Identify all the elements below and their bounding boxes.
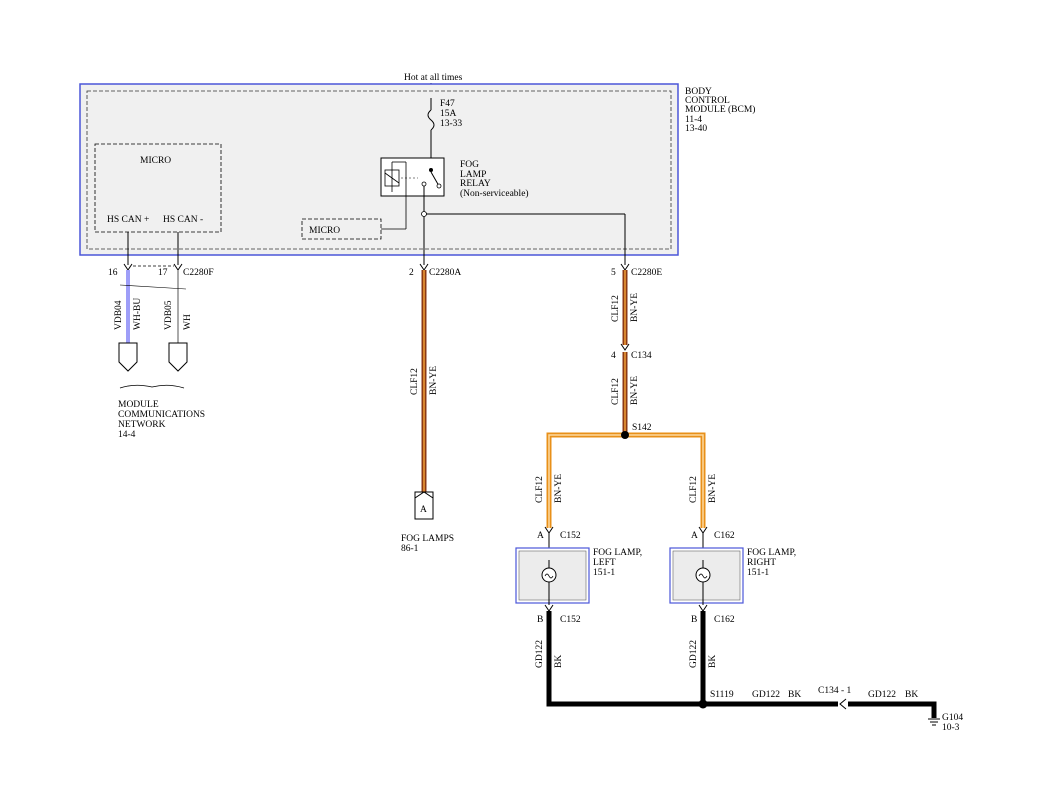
- fog-lamp-left-label: FOG LAMP, LEFT 151-1: [593, 548, 642, 578]
- splice-s1119: [698, 699, 708, 709]
- left-lamp-conn-a: C152: [560, 531, 581, 541]
- ground-wire1-color: BK: [788, 690, 801, 700]
- svg-text:BK: BK: [554, 655, 564, 668]
- svg-text:RELAY: RELAY: [460, 179, 491, 189]
- svg-text:GD122: GD122: [689, 640, 699, 668]
- svg-text:CLF12: CLF12: [611, 378, 621, 405]
- svg-text:FOG LAMP,: FOG LAMP,: [593, 548, 642, 558]
- right-lamp-pin-b: B: [691, 615, 697, 625]
- svg-text:MODULE (BCM): MODULE (BCM): [685, 104, 755, 115]
- svg-text:RIGHT: RIGHT: [747, 558, 776, 568]
- connector-c134-1: C134 - 1: [818, 686, 852, 696]
- svg-text:BN-YE: BN-YE: [630, 293, 640, 322]
- svg-text:GD122: GD122: [535, 640, 545, 668]
- network-connector-left: [118, 342, 138, 372]
- svg-text:FOG LAMPS: FOG LAMPS: [401, 534, 454, 544]
- svg-text:BK: BK: [708, 655, 718, 668]
- svg-text:F47: F47: [440, 99, 455, 109]
- splice-s1119-label: S1119: [710, 690, 734, 700]
- pin-5: 5: [611, 268, 616, 278]
- connector-c134: C134: [631, 351, 652, 361]
- fog-lamps-letter: A: [420, 505, 427, 515]
- pin-2: 2: [409, 268, 414, 278]
- svg-text:COMMUNICATIONS: COMMUNICATIONS: [118, 410, 205, 420]
- svg-text:151-1: 151-1: [593, 568, 615, 578]
- svg-text:G104: G104: [942, 713, 963, 723]
- pin-16: 16: [108, 268, 118, 278]
- svg-text:FOG LAMP,: FOG LAMP,: [747, 548, 796, 558]
- pin-4: 4: [611, 351, 616, 361]
- power-label: Hot at all times: [404, 73, 463, 83]
- fog-lamp-right-bulb-icon: [695, 567, 711, 583]
- svg-text:FOG: FOG: [460, 160, 479, 170]
- connector-arrow-c134-1: [839, 698, 847, 710]
- right-lamp-pin-a: A: [691, 531, 698, 541]
- left-lamp-conn-b: C152: [560, 615, 581, 625]
- splice-s142: [621, 431, 629, 439]
- svg-text:10-3: 10-3: [942, 723, 960, 733]
- svg-text:LEFT: LEFT: [593, 558, 616, 568]
- svg-text:86-1: 86-1: [401, 544, 419, 554]
- svg-text:VDB05: VDB05: [164, 300, 174, 330]
- left-lamp-pin-b: B: [537, 615, 543, 625]
- fog-lamps-label: FOG LAMPS 86-1: [401, 534, 454, 554]
- svg-text:WH: WH: [183, 314, 193, 330]
- svg-text:14-4: 14-4: [118, 430, 136, 440]
- hs-can-minus-label: HS CAN -: [163, 215, 203, 225]
- svg-text:13-40: 13-40: [685, 124, 707, 134]
- svg-text:WH-BU: WH-BU: [133, 298, 143, 330]
- right-lamp-conn-a: C162: [714, 531, 735, 541]
- svg-text:CLF12: CLF12: [535, 476, 545, 503]
- network-connector-right: [168, 342, 188, 372]
- svg-text:MODULE: MODULE: [118, 400, 159, 410]
- splice-branch-wire: [546, 432, 706, 528]
- module-communications-network-label: MODULE COMMUNICATIONS NETWORK 14-4: [118, 400, 205, 440]
- svg-text:CLF12: CLF12: [410, 368, 420, 395]
- ground-wire1-circuit: GD122: [752, 690, 780, 700]
- connector-arrow-c162-b: [698, 604, 708, 612]
- svg-text:151-1: 151-1: [747, 568, 769, 578]
- svg-text:13-33: 13-33: [440, 119, 462, 129]
- connector-c2280a: C2280A: [429, 268, 461, 278]
- svg-text:CLF12: CLF12: [611, 295, 621, 322]
- svg-text:NETWORK: NETWORK: [118, 420, 166, 430]
- splice-s142-label: S142: [632, 423, 652, 433]
- micro-small-label: MICRO: [309, 226, 340, 236]
- svg-text:BN-YE: BN-YE: [708, 474, 718, 503]
- bcm-label: BODY CONTROL MODULE (BCM) 11-4 13-40: [685, 87, 755, 134]
- wiring-diagram: Hot at all times BODY CONTROL MODULE (BC…: [79, 73, 963, 733]
- connector-arrow-c152-b: [544, 604, 554, 612]
- left-lamp-pin-a: A: [537, 531, 544, 541]
- svg-text:CLF12: CLF12: [689, 476, 699, 503]
- ground-wire2-circuit: GD122: [868, 690, 896, 700]
- hs-can-plus-label: HS CAN +: [107, 215, 149, 225]
- svg-text:VDB04: VDB04: [114, 300, 124, 330]
- connector-c2280e: C2280E: [631, 268, 662, 278]
- svg-text:BN-YE: BN-YE: [630, 376, 640, 405]
- ground-g104-label: G104 10-3: [942, 713, 963, 733]
- svg-text:(Non-serviceable): (Non-serviceable): [460, 188, 529, 199]
- network-brace: [119, 384, 185, 389]
- fog-lamp-left-bulb-icon: [541, 567, 557, 583]
- right-lamp-conn-b: C162: [714, 615, 735, 625]
- ground-icon: [928, 718, 940, 726]
- bcm-module-box: [79, 83, 679, 256]
- ground-wire2-color: BK: [905, 690, 918, 700]
- fog-lamp-right-label: FOG LAMP, RIGHT 151-1: [747, 548, 796, 578]
- svg-text:15A: 15A: [440, 109, 457, 119]
- connector-c2280f: C2280F: [183, 268, 214, 278]
- pin-17: 17: [158, 268, 168, 278]
- svg-text:BN-YE: BN-YE: [554, 474, 564, 503]
- svg-text:BN-YE: BN-YE: [429, 366, 439, 395]
- micro-label: MICRO: [140, 156, 171, 166]
